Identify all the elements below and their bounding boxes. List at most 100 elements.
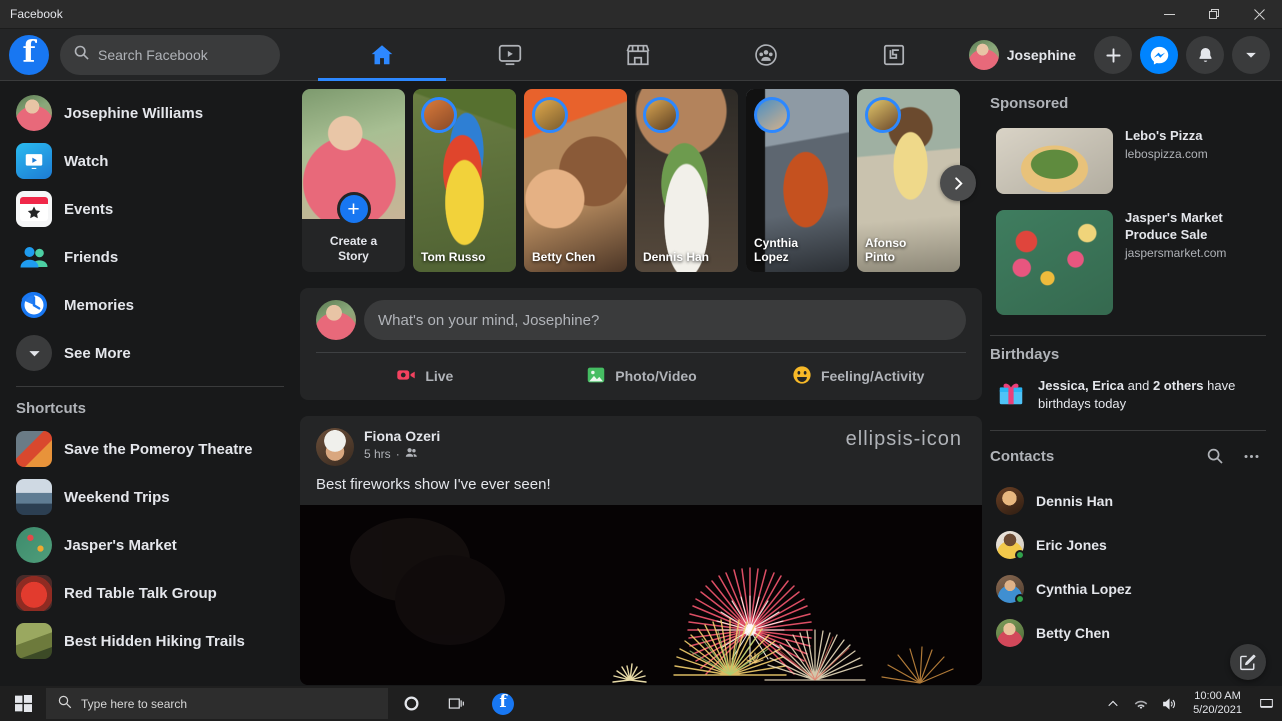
left-sidebar: Josephine Williams Watch Events — [0, 81, 300, 694]
live-video-icon — [395, 364, 417, 389]
post-image[interactable] — [300, 505, 982, 685]
sidebar-item-label: See More — [64, 345, 131, 362]
notifications-button[interactable] — [1186, 36, 1224, 74]
sidebar-shortcut-weekend-trips[interactable]: Weekend Trips — [8, 473, 292, 521]
nav-tab-home[interactable] — [318, 29, 446, 81]
nav-tab-groups[interactable] — [702, 29, 830, 81]
memories-icon — [16, 287, 52, 323]
birthdays-heading: Birthdays — [990, 340, 1266, 371]
shortcut-thumbnail — [16, 527, 52, 563]
stories-next-button[interactable] — [940, 165, 976, 201]
sponsored-ad[interactable]: Jasper's Market Produce Sale jaspersmark… — [990, 202, 1266, 323]
composer-live-label: Live — [425, 368, 453, 384]
ad-url: lebospizza.com — [1125, 147, 1208, 161]
birthday-names: Jessica, Erica — [1038, 378, 1124, 393]
windows-start-icon[interactable] — [0, 686, 46, 721]
volume-icon[interactable] — [1155, 686, 1183, 721]
ad-url: jaspersmarket.com — [1125, 246, 1260, 260]
nav-tab-watch[interactable] — [446, 29, 574, 81]
cortana-icon[interactable] — [388, 686, 434, 721]
sponsored-ad[interactable]: Lebo's Pizza lebospizza.com — [990, 120, 1266, 202]
contact-item[interactable]: Cynthia Lopez — [990, 567, 1266, 611]
sidebar-shortcut-pomeroy-theatre[interactable]: Save the Pomeroy Theatre — [8, 425, 292, 473]
sidebar-shortcut-red-table-talk[interactable]: Red Table Talk Group — [8, 569, 292, 617]
story-card[interactable]: CynthiaLopez — [746, 89, 849, 272]
app-body: Josephine Williams Watch Events — [0, 81, 1282, 694]
search-input[interactable]: Search Facebook — [60, 35, 280, 75]
gift-icon — [996, 377, 1026, 412]
show-hidden-icons-chevron[interactable] — [1099, 686, 1127, 721]
profile-name: Josephine — [1007, 47, 1076, 63]
contacts-more-button[interactable] — [1236, 441, 1266, 471]
sidebar-item-label: Memories — [64, 297, 134, 314]
nav-tab-marketplace[interactable] — [574, 29, 702, 81]
chevron-down-icon — [16, 335, 52, 371]
restore-button[interactable] — [1192, 0, 1237, 29]
create-button[interactable] — [1094, 36, 1132, 74]
nav-tab-gaming[interactable] — [830, 29, 958, 81]
facebook-logo-icon[interactable]: f — [9, 35, 49, 75]
create-story-label: Create a Story — [302, 234, 405, 264]
post-header: Fiona Ozeri 5 hrs · ellipsis-i — [300, 416, 982, 466]
composer-feeling-label: Feeling/Activity — [821, 368, 924, 384]
facebook-taskbar-icon[interactable]: f — [480, 686, 526, 721]
sidebar-item-friends[interactable]: Friends — [8, 233, 292, 281]
sidebar-item-label: Josephine Williams — [64, 105, 203, 122]
facebook-header: f Search Facebook — [0, 29, 1282, 81]
birthday-count: 2 others — [1153, 378, 1204, 393]
composer-feeling-activity-button[interactable]: Feeling/Activity — [749, 358, 966, 394]
action-center-icon[interactable] — [1252, 686, 1280, 721]
sidebar-shortcut-hiking-trails[interactable]: Best Hidden Hiking Trails — [8, 617, 292, 665]
shortcut-thumbnail — [16, 431, 52, 467]
minimize-button[interactable] — [1147, 0, 1192, 29]
shortcut-label: Save the Pomeroy Theatre — [64, 441, 252, 458]
windows-taskbar: Type here to search f — [0, 686, 1282, 721]
contacts-search-button[interactable] — [1200, 441, 1230, 471]
shortcut-label: Jasper's Market — [64, 537, 177, 554]
stories-carousel: + Create a Story Tom Russo Betty Chen D — [300, 89, 982, 272]
sidebar-item-watch[interactable]: Watch — [8, 137, 292, 185]
messenger-button[interactable] — [1140, 36, 1178, 74]
avatar-wrapper — [996, 619, 1024, 647]
task-view-icon[interactable] — [434, 686, 480, 721]
sidebar-item-memories[interactable]: Memories — [8, 281, 292, 329]
post-more-button[interactable]: ellipsis-icon — [842, 428, 966, 451]
story-author-name: CynthiaLopez — [754, 237, 843, 265]
compose-message-button[interactable] — [1230, 644, 1266, 680]
composer-input[interactable]: What's on your mind, Josephine? — [364, 300, 966, 340]
contact-item[interactable]: Betty Chen — [990, 611, 1266, 655]
story-card[interactable]: Tom Russo — [413, 89, 516, 272]
contact-name: Eric Jones — [1036, 537, 1107, 553]
profile-chip[interactable]: Josephine — [965, 36, 1086, 74]
avatar[interactable] — [316, 300, 356, 340]
wifi-icon[interactable] — [1127, 686, 1155, 721]
composer-live-button[interactable]: Live — [316, 358, 533, 394]
contact-item[interactable]: Dennis Han — [990, 479, 1266, 523]
ad-thumbnail — [996, 210, 1113, 315]
create-story-card[interactable]: + Create a Story — [302, 89, 405, 272]
friends-icon — [16, 239, 52, 275]
story-card[interactable]: Betty Chen — [524, 89, 627, 272]
shortcut-label: Best Hidden Hiking Trails — [64, 633, 245, 650]
sidebar-shortcut-jaspers-market[interactable]: Jasper's Market — [8, 521, 292, 569]
avatar — [969, 40, 999, 70]
avatar-wrapper — [996, 531, 1024, 559]
story-card[interactable]: Dennis Han — [635, 89, 738, 272]
taskbar-search-input[interactable]: Type here to search — [46, 688, 388, 719]
feed-post: Fiona Ozeri 5 hrs · ellipsis-i — [300, 416, 982, 685]
close-button[interactable] — [1237, 0, 1282, 29]
sidebar-item-profile[interactable]: Josephine Williams — [8, 89, 292, 137]
birthday-item[interactable]: Jessica, Erica and 2 others have birthda… — [990, 371, 1266, 418]
sidebar-item-label: Watch — [64, 153, 108, 170]
avatar[interactable] — [316, 428, 354, 466]
search-icon — [74, 45, 89, 65]
contact-item[interactable]: Eric Jones — [990, 523, 1266, 567]
composer-top-row: What's on your mind, Josephine? — [316, 300, 966, 352]
sidebar-item-events[interactable]: Events — [8, 185, 292, 233]
taskbar-clock[interactable]: 10:00 AM 5/20/2021 — [1183, 686, 1252, 721]
account-menu-button[interactable] — [1232, 36, 1270, 74]
header-actions: Josephine — [965, 29, 1270, 81]
sidebar-item-see-more[interactable]: See More — [8, 329, 292, 377]
post-author[interactable]: Fiona Ozeri — [364, 428, 842, 444]
composer-photo-video-button[interactable]: Photo/Video — [533, 358, 750, 394]
